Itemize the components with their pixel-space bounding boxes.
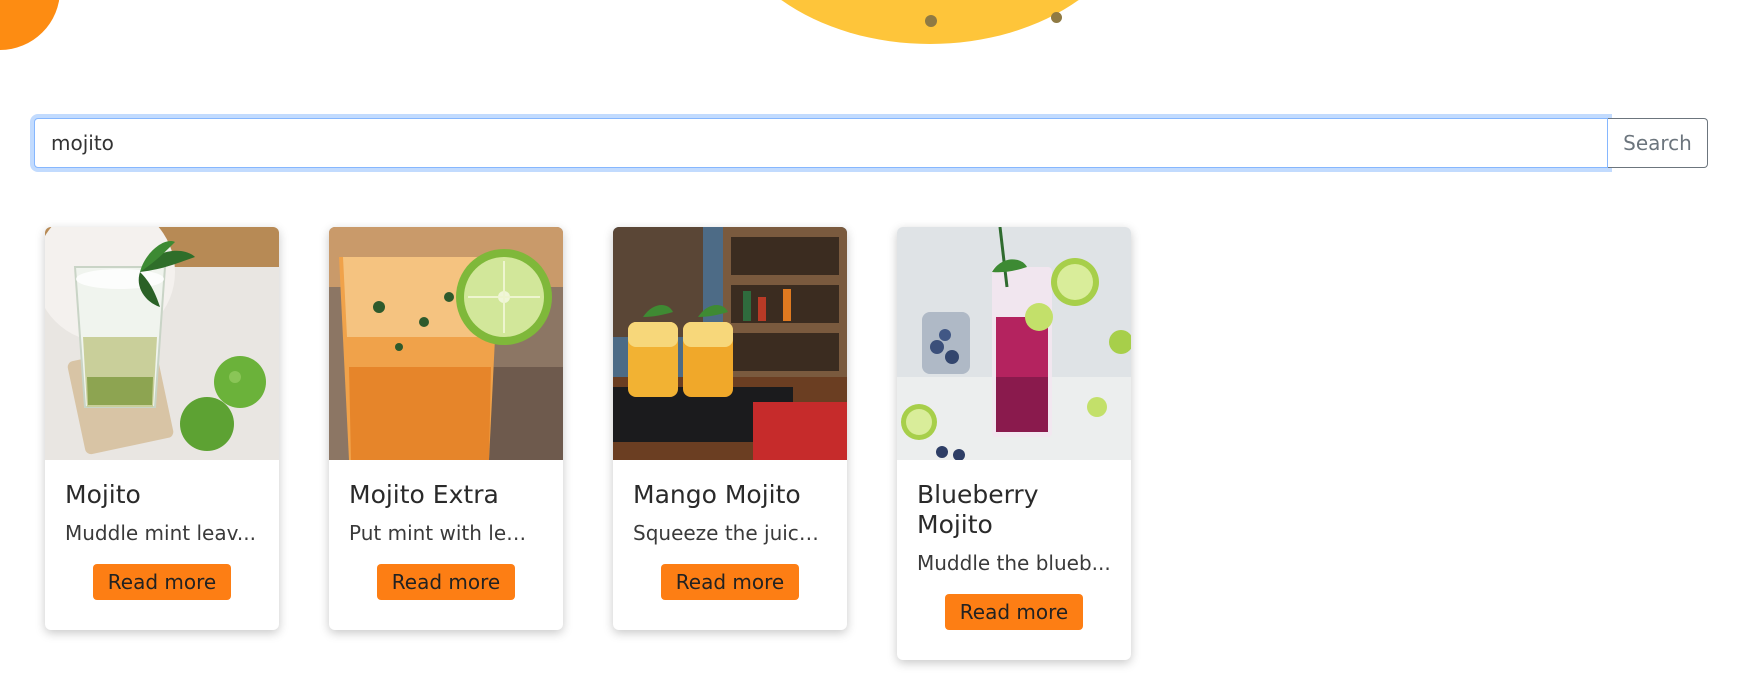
read-more-button[interactable]: Read more: [376, 564, 516, 600]
card-text: Squeeze the juice ...: [633, 521, 827, 545]
card-body: Mojito Extra Put mint with lem... Read m…: [329, 460, 563, 630]
header-dot: [1051, 12, 1062, 23]
page: Search Mojito Mu: [0, 0, 1738, 691]
recipe-card: Blueberry Mojito Muddle the blueb... Rea…: [897, 227, 1131, 660]
recipe-card: Mojito Extra Put mint with lem... Read m…: [329, 227, 563, 630]
card-title: Mango Mojito: [633, 480, 801, 509]
recipe-card: Mango Mojito Squeeze the juice ... Read …: [613, 227, 847, 630]
card-title: Mojito: [65, 480, 141, 509]
header-orange-shape: [0, 0, 60, 50]
blueberry-mojito-image: [897, 227, 1131, 460]
card-title: Blueberry Mojito: [917, 480, 1039, 539]
card-text: Muddle the blueb...: [917, 551, 1111, 575]
card-text: Muddle mint leav...: [65, 521, 256, 545]
mojito-image: [45, 227, 279, 460]
card-title: Mojito Extra: [349, 480, 499, 509]
read-more-button[interactable]: Read more: [944, 594, 1084, 630]
search-bar: Search: [34, 118, 1708, 168]
card-body: Mango Mojito Squeeze the juice ... Read …: [613, 460, 847, 630]
mojito-extra-image: [329, 227, 563, 460]
card-text: Put mint with lem...: [349, 521, 543, 545]
card-body: Mojito Muddle mint leav... Read more: [45, 460, 279, 630]
header-dot: [925, 15, 937, 27]
read-more-button[interactable]: Read more: [92, 564, 232, 600]
recipe-card: Mojito Muddle mint leav... Read more: [45, 227, 279, 630]
search-button[interactable]: Search: [1608, 118, 1708, 168]
mango-mojito-image: [613, 227, 847, 460]
read-more-button[interactable]: Read more: [660, 564, 800, 600]
search-input[interactable]: [34, 118, 1608, 168]
card-body: Blueberry Mojito Muddle the blueb... Rea…: [897, 460, 1131, 660]
